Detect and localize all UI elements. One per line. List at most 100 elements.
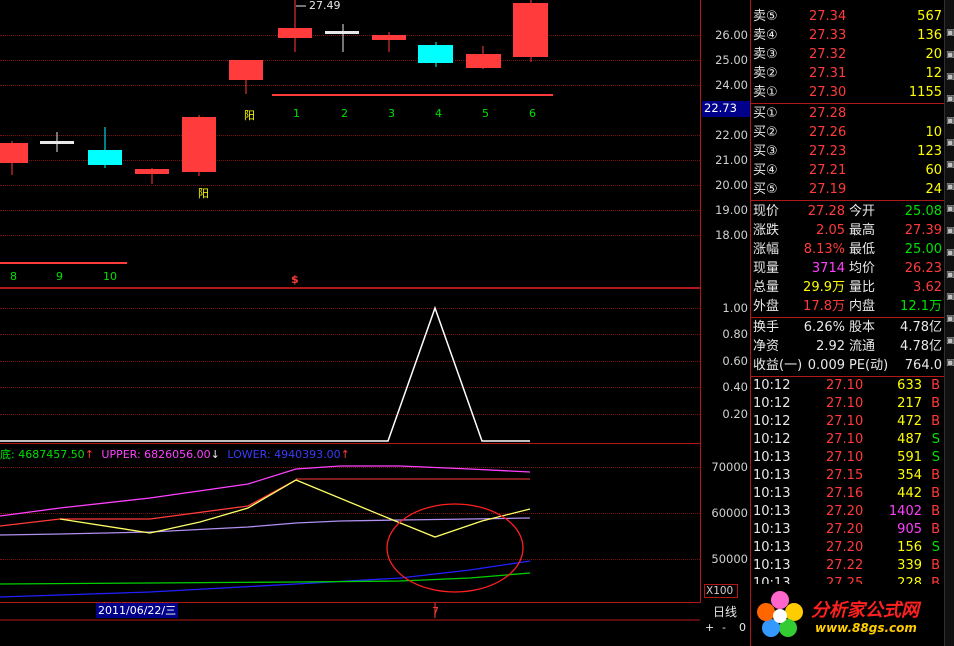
- tick-price: 27.20: [826, 504, 864, 519]
- stat-value: 8.13%: [803, 242, 845, 257]
- zoom-reset-button[interactable]: 0: [739, 621, 746, 634]
- candle-label: 2: [341, 107, 348, 120]
- zoom-controls: + - 0: [702, 621, 750, 635]
- tick-time: 10:12: [753, 396, 791, 411]
- buy-level-row[interactable]: 买④ 27.21 60: [751, 161, 944, 180]
- tick-price: 27.20: [826, 540, 864, 555]
- sell-volume: 12: [925, 66, 942, 81]
- sell-level-row[interactable]: 卖③ 27.32 20: [751, 45, 944, 64]
- tick-row: 10:13 27.15 354 B: [751, 467, 944, 485]
- toolbar-icon[interactable]: ▣: [946, 314, 954, 324]
- buy-level-row[interactable]: 买② 27.26 10: [751, 123, 944, 142]
- stat-row: 涨幅 8.13% 最低 25.00: [751, 240, 944, 259]
- buy-volume: 10: [925, 125, 942, 140]
- stat-label: 现量: [753, 261, 780, 276]
- stat-row: 总量 29.9万 量比 3.62: [751, 278, 944, 297]
- lower-label: LOWER: 4940393.00: [227, 448, 341, 461]
- buy-volume: 60: [925, 163, 942, 178]
- partial-label: 10: [103, 270, 117, 283]
- toolbar-icon[interactable]: ▣: [946, 292, 954, 302]
- candle-up: [135, 169, 169, 174]
- candle-up: [372, 35, 406, 40]
- dollar-marker: $: [291, 273, 299, 286]
- sell-level-row[interactable]: 卖④ 27.33 136: [751, 26, 944, 45]
- buy-level-row[interactable]: 买③ 27.23 123: [751, 142, 944, 161]
- sell-label: 卖②: [753, 66, 778, 81]
- upper-band-line: [0, 465, 531, 517]
- tick-row: 10:12 27.10 487 S: [751, 431, 944, 449]
- toolbar-icon[interactable]: ▣: [946, 116, 954, 126]
- period-label[interactable]: 日线: [713, 603, 737, 620]
- volume-axis-label: 50000: [711, 552, 748, 566]
- buy-label: 买②: [753, 125, 778, 140]
- stat-value: 12.1万: [900, 299, 942, 314]
- separator: [751, 200, 944, 201]
- toolbar-icon[interactable]: ▣: [946, 182, 954, 192]
- tick-side: S: [931, 540, 940, 555]
- tick-time: 10:12: [753, 378, 791, 393]
- tick-row: 10:12 27.10 472 B: [751, 413, 944, 431]
- fund-label: 换手: [753, 320, 780, 335]
- bottom-line: [0, 572, 531, 585]
- price-axis-label: 20.00: [715, 178, 748, 192]
- indicator-axis-label: 0.20: [722, 407, 748, 421]
- toolbar-icon[interactable]: ▣: [946, 226, 954, 236]
- candle-up: [0, 143, 28, 163]
- indicator-axis-label: 0.80: [722, 327, 748, 341]
- sell-volume: 136: [917, 28, 942, 43]
- tick-volume: 354: [897, 468, 922, 483]
- price-axis-label: 24.00: [715, 78, 748, 92]
- watermark-title: 分析家公式网: [811, 600, 919, 621]
- toolbar-icon[interactable]: ▣: [946, 72, 954, 82]
- chart-graphics: [0, 0, 700, 621]
- sell-level-row[interactable]: 卖① 27.30 1155: [751, 83, 944, 102]
- sell-price: 27.30: [809, 85, 847, 100]
- tick-volume: 487: [897, 432, 922, 447]
- toolbar-icon[interactable]: ▣: [946, 138, 954, 148]
- tick-row: 10:13 27.20 905 B: [751, 521, 944, 539]
- stat-value: 25.08: [904, 204, 942, 219]
- sell-volume: 20: [925, 47, 942, 62]
- chart-area[interactable]: 26.00 25.00 24.00 22.73 22.00 21.00 20.0…: [0, 0, 751, 646]
- fund-value: 2.92: [816, 339, 845, 354]
- volume-indicator-header: 底: 4687457.50↑ UPPER: 6826056.00↓ LOWER:…: [0, 446, 350, 462]
- tick-price: 27.10: [826, 414, 864, 429]
- zoom-out-button[interactable]: -: [722, 621, 726, 634]
- sell-level-row[interactable]: 卖② 27.31 12: [751, 64, 944, 83]
- toolbar-icon[interactable]: ▣: [946, 28, 954, 38]
- tick-row: 10:13 27.10 591 S: [751, 449, 944, 467]
- volume-axis-label: 60000: [711, 506, 748, 520]
- tick-side: B: [931, 396, 940, 411]
- toolbar-icon[interactable]: ▣: [946, 358, 954, 368]
- buy-level-row[interactable]: 买① 27.28: [751, 104, 944, 123]
- candle-up: [229, 60, 263, 80]
- tick-volume: 905: [897, 522, 922, 537]
- buy-level-row[interactable]: 买⑤ 27.19 24: [751, 180, 944, 199]
- sell-price: 27.33: [809, 28, 847, 43]
- stat-label: 外盘: [753, 299, 780, 314]
- stat-value: 25.00: [904, 242, 942, 257]
- toolbar-icon[interactable]: ▣: [946, 270, 954, 280]
- stat-label: 今开: [849, 204, 876, 219]
- current-price-marker: 22.73: [702, 101, 750, 117]
- tick-time: 10:13: [753, 540, 791, 555]
- zoom-in-button[interactable]: +: [705, 621, 714, 634]
- tick-row: 10:13 27.16 442 B: [751, 485, 944, 503]
- fund-value: 764.0: [904, 358, 942, 373]
- price-axis-label: 21.00: [715, 153, 748, 167]
- tick-row: 10:12 27.10 217 B: [751, 395, 944, 413]
- toolbar-icon[interactable]: ▣: [946, 50, 954, 60]
- stat-value: 26.23: [904, 261, 942, 276]
- toolbar-icon[interactable]: ▣: [946, 204, 954, 214]
- sell-level-row[interactable]: 卖⑤ 27.34 567: [751, 7, 944, 26]
- toolbar-icon[interactable]: ▣: [946, 248, 954, 258]
- value-line-yellow: [59, 479, 531, 538]
- toolbar-icon[interactable]: ▣: [946, 160, 954, 170]
- buy-price: 27.26: [809, 125, 847, 140]
- toolbar-icon[interactable]: ▣: [946, 336, 954, 346]
- toolbar-icon[interactable]: ▣: [946, 94, 954, 104]
- buy-label: 买①: [753, 106, 778, 121]
- candle-up: [466, 54, 501, 68]
- tick-price: 27.16: [826, 486, 864, 501]
- sell-volume: 567: [917, 9, 942, 24]
